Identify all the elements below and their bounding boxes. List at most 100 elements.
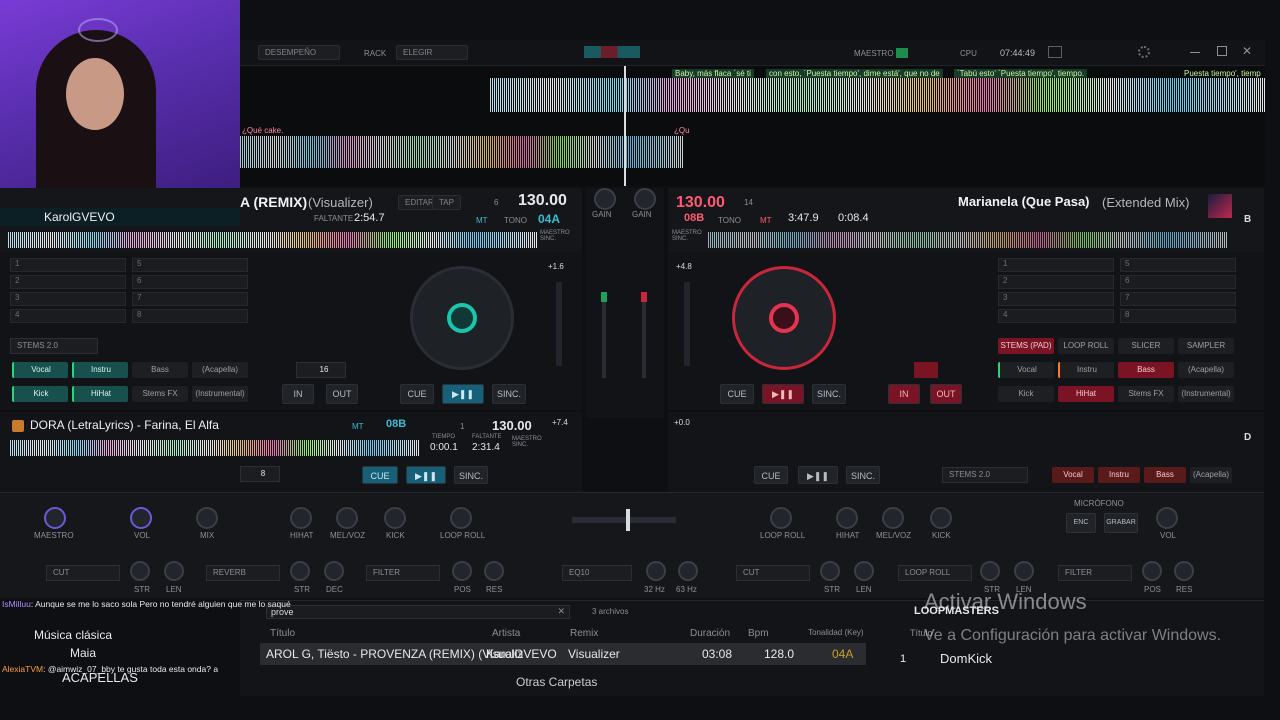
deck-d-stem-acapella[interactable]: (Acapella) <box>1190 467 1232 483</box>
fx-str-knob-b1[interactable] <box>820 561 840 581</box>
col-duration[interactable]: Duración <box>690 628 730 639</box>
deck-c-waveform[interactable] <box>10 440 420 456</box>
waveform-deck-b-top[interactable] <box>240 136 684 168</box>
col-key[interactable]: Tonalidad (Key) <box>808 628 864 637</box>
fx-loop-roll-b[interactable]: LOOP ROLL <box>898 565 972 581</box>
fx-len-knob-b2[interactable] <box>1014 561 1034 581</box>
col-bpm[interactable]: Bpm <box>748 628 769 639</box>
deck-d-play-button[interactable]: ▶❚❚ <box>798 466 838 484</box>
hotcue-3[interactable]: 3 <box>10 292 126 306</box>
deck-a-cue-button[interactable]: CUE <box>400 384 434 404</box>
hotcue-b-2[interactable]: 2 <box>998 275 1114 289</box>
deck-a-out-button[interactable]: OUT <box>326 384 358 404</box>
kick-knob-a[interactable] <box>384 507 406 529</box>
loop-roll-knob-b[interactable] <box>770 507 792 529</box>
mic-record-button[interactable]: GRABAR <box>1104 513 1138 533</box>
sidebar-row[interactable]: DomKick <box>940 651 992 666</box>
waveform-deck-a-top[interactable] <box>490 78 1265 112</box>
deck-b-waveform[interactable] <box>708 232 1228 248</box>
deck-a-stem-bass[interactable]: Bass <box>132 362 188 378</box>
channel-fader-b[interactable] <box>642 298 646 378</box>
loop-roll-knob-a[interactable] <box>450 507 472 529</box>
deck-b-loop-indicator[interactable] <box>914 362 938 378</box>
eq-32hz-knob[interactable] <box>646 561 666 581</box>
deck-b-stem-fx[interactable]: Stems FX <box>1118 386 1174 402</box>
deck-a-stem-instrumental[interactable]: (Instrumental) <box>192 386 248 402</box>
fx-pos-knob-a[interactable] <box>452 561 472 581</box>
deck-c-cue-button[interactable]: CUE <box>362 466 398 484</box>
settings-gear-icon[interactable] <box>1138 46 1150 58</box>
deck-b-stem-hihat[interactable]: HiHat <box>1058 386 1114 402</box>
fx-len-knob-a1[interactable] <box>164 561 184 581</box>
table-row[interactable]: AROL G, Tiësto - PROVENZA (REMIX) (Visua… <box>260 643 866 665</box>
fx-res-knob-a[interactable] <box>484 561 504 581</box>
fx-pos-knob-b[interactable] <box>1142 561 1162 581</box>
deck-a-jogwheel[interactable] <box>410 266 514 370</box>
deck-b-stem-acapella[interactable]: (Acapella) <box>1178 362 1234 378</box>
gain-knob-b[interactable] <box>634 188 656 210</box>
deck-b-stem-bass[interactable]: Bass <box>1118 362 1174 378</box>
deck-a-in-button[interactable]: IN <box>282 384 314 404</box>
hotcue-6[interactable]: 6 <box>132 275 248 289</box>
deck-d-stems-dropdown[interactable]: STEMS 2.0 <box>942 467 1028 483</box>
deck-b-play-button[interactable]: ▶❚❚ <box>762 384 804 404</box>
deck-b-sync-button[interactable]: SINC. <box>812 384 846 404</box>
fx-len-knob-b1[interactable] <box>854 561 874 581</box>
deck-a-stem-instru[interactable]: Instru <box>72 362 128 378</box>
browser-toggle-icon[interactable] <box>1048 46 1062 58</box>
fx-str-knob-b2[interactable] <box>980 561 1000 581</box>
eq-63hz-knob[interactable] <box>678 561 698 581</box>
deck-c-play-button[interactable]: ▶❚❚ <box>406 466 446 484</box>
deck-a-stem-kick[interactable]: Kick <box>12 386 68 402</box>
deck-a-tap-button[interactable]: TAP <box>432 195 461 210</box>
close-icon[interactable]: ✕ <box>1242 44 1252 58</box>
deck-a-play-button[interactable]: ▶❚❚ <box>442 384 484 404</box>
hotcue-b-7[interactable]: 7 <box>1120 292 1236 306</box>
fx-cut-b[interactable]: CUT <box>736 565 810 581</box>
hotcue-b-8[interactable]: 8 <box>1120 309 1236 323</box>
hotcue-2[interactable]: 2 <box>10 275 126 289</box>
deck-b-stem-vocal[interactable]: Vocal <box>998 362 1054 378</box>
mic-enc-button[interactable]: ENC <box>1066 513 1096 533</box>
mix-knob[interactable] <box>196 507 218 529</box>
mic-vol-knob[interactable] <box>1156 507 1178 529</box>
deck-b-pitch-slider[interactable] <box>684 282 690 366</box>
fx-res-knob-b[interactable] <box>1174 561 1194 581</box>
hotcue-b-1[interactable]: 1 <box>998 258 1114 272</box>
hotcue-8[interactable]: 8 <box>132 309 248 323</box>
deck-a-pitch-slider[interactable] <box>556 282 562 366</box>
kick-knob-b[interactable] <box>930 507 952 529</box>
deck-a-loop-size[interactable]: 16 <box>296 362 346 378</box>
deck-d-sync-button[interactable]: SINC. <box>846 466 880 484</box>
melvoz-knob-b[interactable] <box>882 507 904 529</box>
vol-knob-left[interactable] <box>130 507 152 529</box>
fx-filter-a[interactable]: FILTER <box>366 565 440 581</box>
deck-a-stem-hihat[interactable]: HiHat <box>72 386 128 402</box>
fx-eq10[interactable]: EQ10 <box>562 565 632 581</box>
fx-str-knob-a2[interactable] <box>290 561 310 581</box>
master-knob[interactable] <box>44 507 66 529</box>
deck-a-sync-button[interactable]: SINC. <box>492 384 526 404</box>
deck-c-sync-button[interactable]: SINC. <box>454 466 488 484</box>
deck-b-stem-kick[interactable]: Kick <box>998 386 1054 402</box>
deck-c-loop-size[interactable]: 8 <box>240 466 280 482</box>
fx-cut-a[interactable]: CUT <box>46 565 120 581</box>
crossfader[interactable] <box>572 509 676 531</box>
deck-b-jogwheel[interactable] <box>732 266 836 370</box>
minimize-icon[interactable] <box>1190 52 1200 53</box>
col-artist[interactable]: Artista <box>492 628 520 639</box>
deck-d-cue-button[interactable]: CUE <box>754 466 788 484</box>
hotcue-1[interactable]: 1 <box>10 258 126 272</box>
rack-dropdown[interactable]: ELEGIR <box>396 45 468 60</box>
maximize-icon[interactable] <box>1217 46 1227 56</box>
deck-a-stem-vocal[interactable]: Vocal <box>12 362 68 378</box>
channel-fader-a[interactable] <box>602 298 606 378</box>
fx-str-knob-a1[interactable] <box>130 561 150 581</box>
hotcue-5[interactable]: 5 <box>132 258 248 272</box>
deck-d-stem-vocal[interactable]: Vocal <box>1052 467 1094 483</box>
fx-dec-knob-a[interactable] <box>324 561 344 581</box>
search-clear-icon[interactable]: ✕ <box>557 606 565 617</box>
acapellas-folder[interactable]: ACAPELLAS <box>62 670 138 685</box>
col-remix[interactable]: Remix <box>570 628 598 639</box>
deck-d-stem-bass[interactable]: Bass <box>1144 467 1186 483</box>
